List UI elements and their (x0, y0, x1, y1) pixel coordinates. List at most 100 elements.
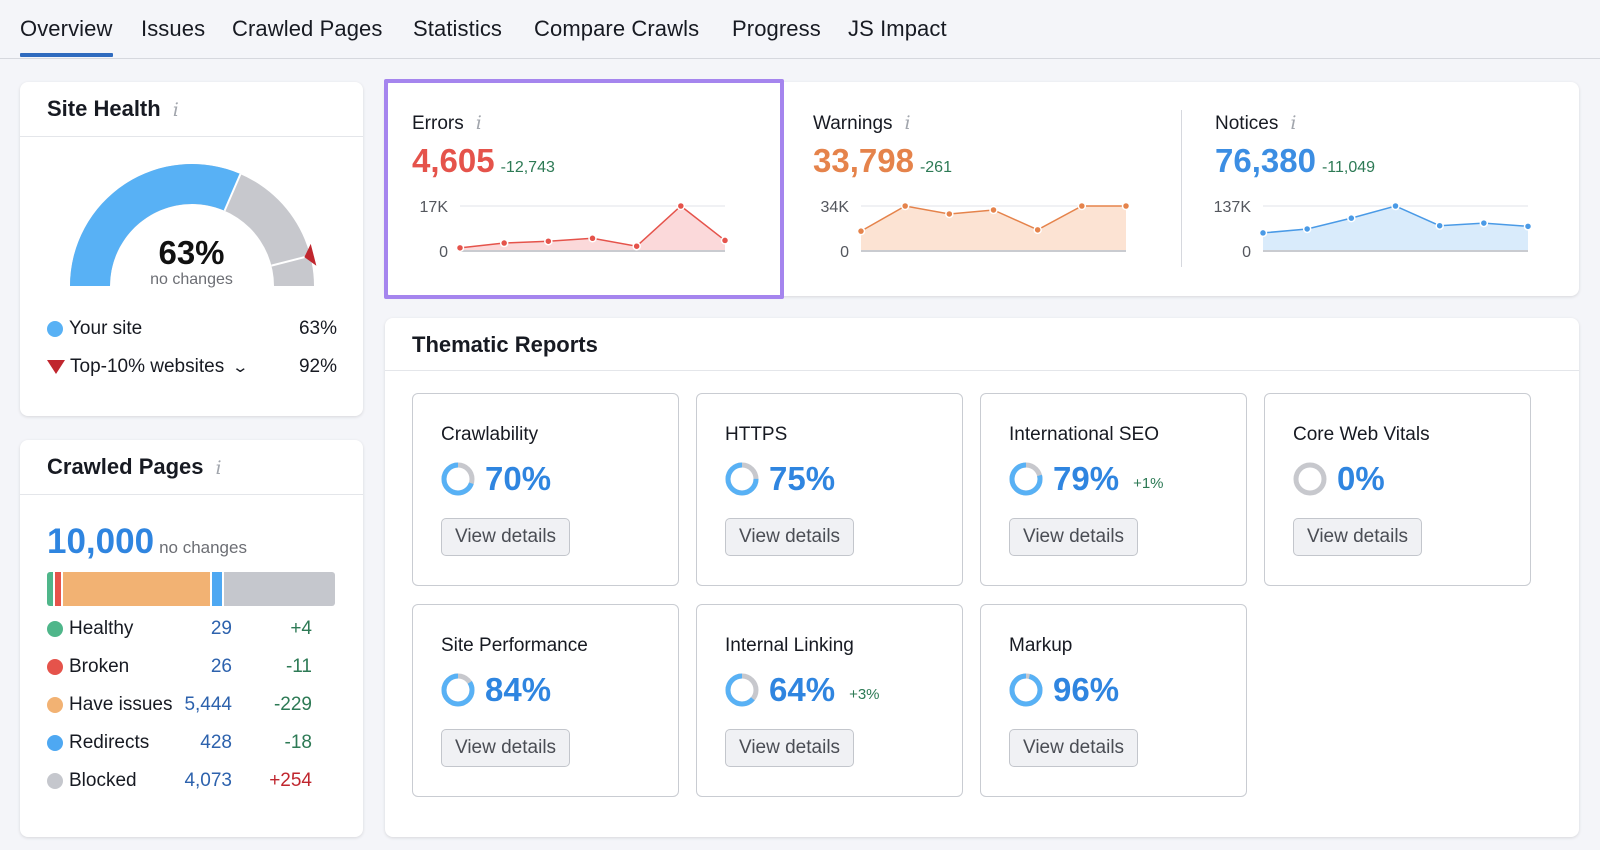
row-count[interactable]: 428 (200, 732, 232, 754)
sparkline-point[interactable] (1302, 224, 1312, 234)
warnings-metric[interactable]: Warnings i 33,798 -261 34K 0 (813, 82, 1183, 296)
errors-metric[interactable]: Errors i 4,605 -12,743 17K 0 (412, 82, 782, 296)
your-site-dot-icon (47, 321, 63, 337)
report-name: Markup (1009, 635, 1073, 656)
report-card-site-performance: Site Performance 84% View details (412, 604, 679, 797)
view-details-button[interactable]: View details (441, 518, 571, 556)
sparkline-point[interactable] (989, 205, 998, 215)
sparkline-point[interactable] (900, 201, 910, 211)
sparkline-point[interactable] (676, 201, 686, 211)
sparkline-point[interactable] (1121, 201, 1131, 211)
row-delta: -18 (284, 732, 312, 753)
report-score: 70% (441, 460, 551, 498)
sparkline-point[interactable] (1479, 218, 1489, 228)
tab-issues[interactable]: Issues (141, 16, 205, 42)
errors-value[interactable]: 4,605 -12,743 (412, 142, 555, 180)
row-label: Have issues (69, 694, 173, 715)
crawled-pages-stacked-bar (47, 572, 335, 606)
row-delta: +254 (269, 770, 312, 791)
sparkline-point[interactable] (945, 209, 954, 219)
sparkline-point[interactable] (499, 238, 509, 248)
tab-compare-crawls[interactable]: Compare Crawls (534, 16, 699, 42)
view-details-button[interactable]: View details (441, 729, 571, 767)
crawled-pages-row-blocked[interactable]: Blocked 4,073 +254 (47, 770, 312, 792)
notices-metric[interactable]: Notices i 76,380 -11,049 137K 0 (1214, 82, 1575, 296)
row-count[interactable]: 4,073 (184, 770, 232, 792)
view-details-button[interactable]: View details (1293, 518, 1423, 556)
row-label: Healthy (69, 618, 134, 639)
legend-your-site: Your site 63% (47, 318, 337, 340)
y-axis-min-label: 0 (840, 244, 849, 259)
tab-js-impact[interactable]: JS Impact (848, 16, 947, 42)
sparkline-point[interactable] (588, 234, 597, 243)
sparkline-point[interactable] (856, 226, 866, 236)
info-icon[interactable]: i (173, 99, 179, 121)
row-delta: -229 (273, 694, 312, 715)
crawled-pages-row-broken[interactable]: Broken 26 -11 (47, 656, 312, 678)
warnings-value[interactable]: 33,798 -261 (813, 142, 952, 180)
crawled-pages-row-redirects[interactable]: Redirects 428 -18 (47, 732, 312, 754)
status-dot-icon (47, 659, 63, 675)
bar-segment-blocked[interactable] (223, 572, 335, 606)
sparkline-point[interactable] (1435, 221, 1444, 230)
sparkline-point[interactable] (720, 236, 730, 245)
report-name: International SEO (1009, 424, 1159, 445)
sparkline-point[interactable] (1347, 213, 1356, 223)
view-details-button[interactable]: View details (725, 518, 855, 556)
sparkline-point[interactable] (455, 243, 465, 253)
report-score: 84% (441, 671, 551, 709)
report-card-markup: Markup 96% View details (980, 604, 1247, 797)
score-ring-icon (1009, 462, 1043, 496)
row-count[interactable]: 5,444 (184, 694, 232, 716)
sparkline-point[interactable] (1258, 228, 1268, 238)
site-health-change: no changes (150, 271, 233, 288)
report-card-crawlability: Crawlability 70% View details (412, 393, 679, 586)
score-ring-icon (1293, 462, 1327, 496)
site-health-score: 63% (158, 234, 225, 271)
crawled-pages-row-have-issues[interactable]: Have issues 5,444 -229 (47, 694, 312, 716)
report-percent: 84% (485, 671, 552, 708)
tab-progress[interactable]: Progress (732, 16, 821, 42)
report-name: Crawlability (441, 424, 539, 445)
report-percent: 75% (769, 460, 836, 497)
sparkline-point[interactable] (1033, 225, 1042, 235)
report-percent: 0% (1337, 460, 1385, 497)
info-icon[interactable]: i (1290, 112, 1296, 134)
bar-segment-have-issues[interactable] (62, 572, 212, 606)
notices-sparkline: 137K 0 (1214, 199, 1533, 259)
notices-value[interactable]: 76,380 -11,049 (1215, 142, 1375, 180)
info-icon[interactable]: i (905, 112, 911, 134)
report-name: HTTPS (725, 424, 788, 445)
sparkline-point[interactable] (1523, 222, 1533, 231)
report-card-https: HTTPS 75% View details (696, 393, 963, 586)
bar-segment-healthy[interactable] (47, 572, 55, 606)
status-dot-icon (47, 621, 63, 637)
view-details-button[interactable]: View details (1009, 729, 1139, 767)
tab-statistics[interactable]: Statistics (413, 16, 502, 42)
bar-segment-redirects[interactable] (212, 572, 224, 606)
chevron-down-icon[interactable]: ⌄ (232, 358, 250, 376)
crawled-pages-total[interactable]: 10,000 no changes (47, 522, 247, 562)
sparkline-point[interactable] (632, 241, 641, 251)
row-count[interactable]: 29 (211, 618, 232, 640)
legend-top-10[interactable]: Top-10% websites ⌄ 92% (47, 356, 337, 378)
report-percent: 96% (1053, 671, 1120, 708)
sparkline-point[interactable] (1077, 201, 1087, 211)
tab-crawled-pages[interactable]: Crawled Pages (232, 16, 383, 42)
view-details-button[interactable]: View details (1009, 518, 1139, 556)
tab-overview[interactable]: Overview (20, 16, 113, 57)
crawled-pages-row-healthy[interactable]: Healthy 29 +4 (47, 618, 312, 640)
row-count[interactable]: 26 (211, 656, 232, 678)
info-icon[interactable]: i (216, 457, 222, 479)
info-icon[interactable]: i (476, 112, 482, 134)
y-axis-min-label: 0 (439, 244, 448, 259)
y-axis-max-label: 17K (420, 199, 449, 216)
sparkline-point[interactable] (544, 236, 553, 246)
bar-segment-broken[interactable] (54, 572, 63, 606)
report-score: 64% +3% (725, 671, 880, 709)
sparkline-point[interactable] (1391, 201, 1400, 211)
view-details-button[interactable]: View details (725, 729, 855, 767)
report-delta: +3% (849, 685, 880, 703)
thematic-reports-card: Thematic Reports Crawlability 70% View det… (385, 318, 1579, 837)
divider (20, 494, 363, 495)
